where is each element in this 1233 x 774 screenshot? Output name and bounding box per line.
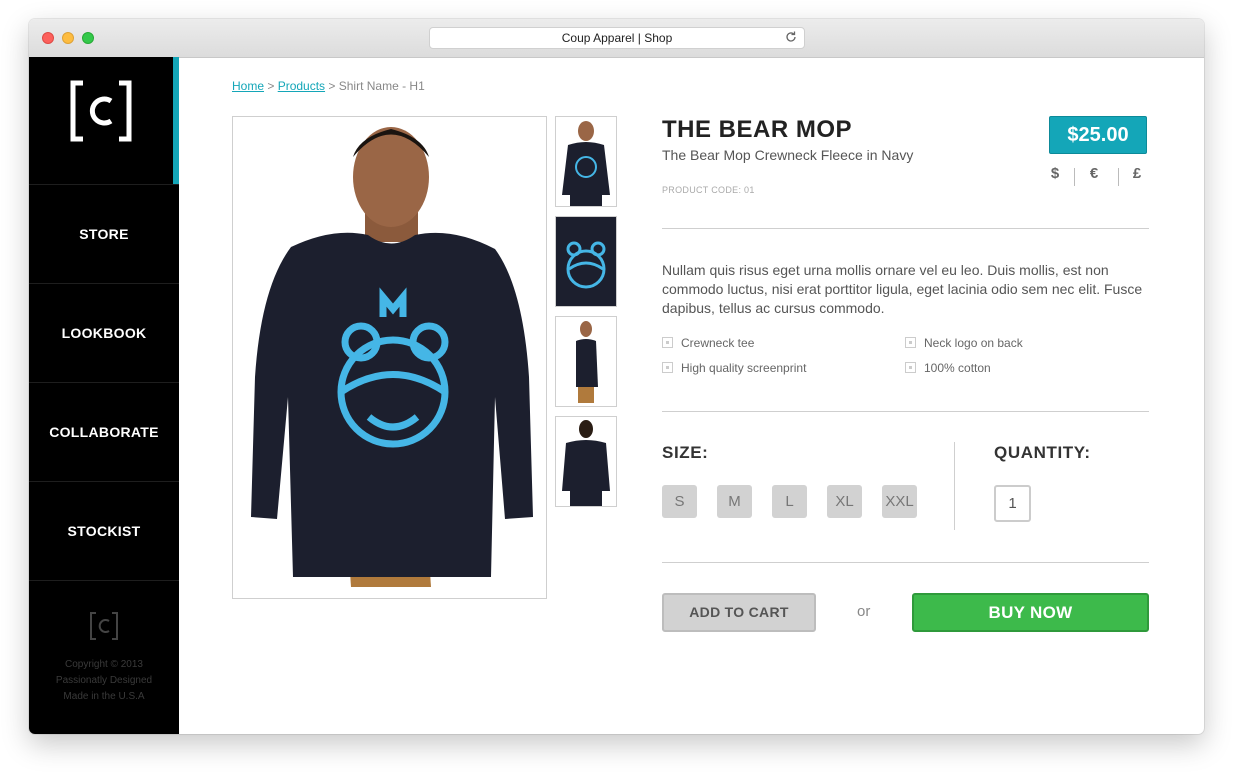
breadcrumb-current: Shirt Name - H1 xyxy=(338,79,425,93)
feature-item: Neck logo on back xyxy=(905,336,1023,350)
divider xyxy=(662,228,1149,229)
copyright-footer: Copyright © 2013 Passionatly Designed Ma… xyxy=(29,657,179,705)
title-bar: Coup Apparel | Shop xyxy=(29,19,1204,58)
footer-logo-icon xyxy=(90,612,118,640)
footer-line: Made in the U.S.A xyxy=(63,691,145,702)
thumbnail-side[interactable] xyxy=(555,316,617,407)
currency-eur[interactable]: € xyxy=(1080,165,1108,182)
size-option-xl[interactable]: XL xyxy=(827,485,862,518)
footer-line: Passionatly Designed xyxy=(55,675,153,686)
size-option-s[interactable]: S xyxy=(662,485,697,518)
product-subtitle: The Bear Mop Crewneck Fleece in Navy xyxy=(662,147,914,163)
main-content: Home > Products > Shirt Name - H1 THE BE… xyxy=(179,57,1204,734)
bullet-icon xyxy=(905,337,916,348)
currency-usd[interactable]: $ xyxy=(1041,165,1069,182)
price-badge: $25.00 xyxy=(1049,116,1147,154)
currency-switcher: $ € £ xyxy=(1041,165,1149,187)
size-option-xxl[interactable]: XXL xyxy=(882,485,917,518)
address-bar[interactable]: Coup Apparel | Shop xyxy=(429,27,805,49)
sidebar: STORE LOOKBOOK COLLABORATE STOCKIST Copy… xyxy=(29,57,179,734)
thumbnail-back[interactable] xyxy=(555,416,617,507)
reload-icon[interactable] xyxy=(784,30,798,44)
quantity-input[interactable]: 1 xyxy=(994,485,1031,522)
nav-stockist[interactable]: STOCKIST xyxy=(29,482,179,581)
feature-item: Crewneck tee xyxy=(662,336,754,350)
quantity-label: QUANTITY: xyxy=(994,443,1091,462)
logo-area[interactable] xyxy=(29,57,179,185)
close-window-button[interactable] xyxy=(42,32,54,44)
size-option-l[interactable]: L xyxy=(772,485,807,518)
coup-logo-icon[interactable] xyxy=(69,79,133,143)
footer-line: Copyright © 2013 xyxy=(65,659,143,670)
nav-store[interactable]: STORE xyxy=(29,185,179,284)
minimize-window-button[interactable] xyxy=(62,32,74,44)
product-code: PRODUCT CODE: 01 xyxy=(662,185,755,195)
divider xyxy=(662,411,1149,412)
bullet-icon xyxy=(905,362,916,373)
browser-window: Coup Apparel | Shop STORE LOOKBOOK COLLA… xyxy=(29,19,1204,734)
feature-label: 100% cotton xyxy=(924,361,991,375)
breadcrumb-separator: > xyxy=(325,79,339,93)
product-title: THE BEAR MOP xyxy=(662,116,853,143)
add-to-cart-button[interactable]: ADD TO CART xyxy=(662,593,816,632)
divider xyxy=(662,562,1149,563)
breadcrumb-products-link[interactable]: Products xyxy=(278,79,325,93)
product-description: Nullam quis risus eget urna mollis ornar… xyxy=(662,262,1143,316)
nav-collaborate[interactable]: COLLABORATE xyxy=(29,383,179,482)
feature-label: Crewneck tee xyxy=(681,336,755,350)
size-option-m[interactable]: M xyxy=(717,485,752,518)
or-separator: or xyxy=(857,603,871,620)
thumbnail-print-detail[interactable] xyxy=(555,216,617,307)
vertical-divider xyxy=(954,442,955,530)
currency-divider xyxy=(1074,168,1075,186)
buy-now-button[interactable]: BUY NOW xyxy=(912,593,1149,632)
nav-lookbook[interactable]: LOOKBOOK xyxy=(29,284,179,383)
zoom-window-button[interactable] xyxy=(82,32,94,44)
page-title: Coup Apparel | Shop xyxy=(561,31,673,45)
bullet-icon xyxy=(662,337,673,348)
feature-label: Neck logo on back xyxy=(924,336,1023,350)
breadcrumb: Home > Products > Shirt Name - H1 xyxy=(232,79,425,93)
size-label: SIZE: xyxy=(662,443,709,462)
currency-gbp[interactable]: £ xyxy=(1123,165,1151,182)
feature-item: High quality screenprint xyxy=(662,361,806,375)
breadcrumb-home-link[interactable]: Home xyxy=(232,79,264,93)
currency-divider xyxy=(1118,168,1119,186)
product-main-image[interactable] xyxy=(232,116,547,599)
feature-item: 100% cotton xyxy=(905,361,991,375)
bullet-icon xyxy=(662,362,673,373)
thumbnail-front[interactable] xyxy=(555,116,617,207)
feature-label: High quality screenprint xyxy=(681,361,807,375)
breadcrumb-separator: > xyxy=(264,79,278,93)
